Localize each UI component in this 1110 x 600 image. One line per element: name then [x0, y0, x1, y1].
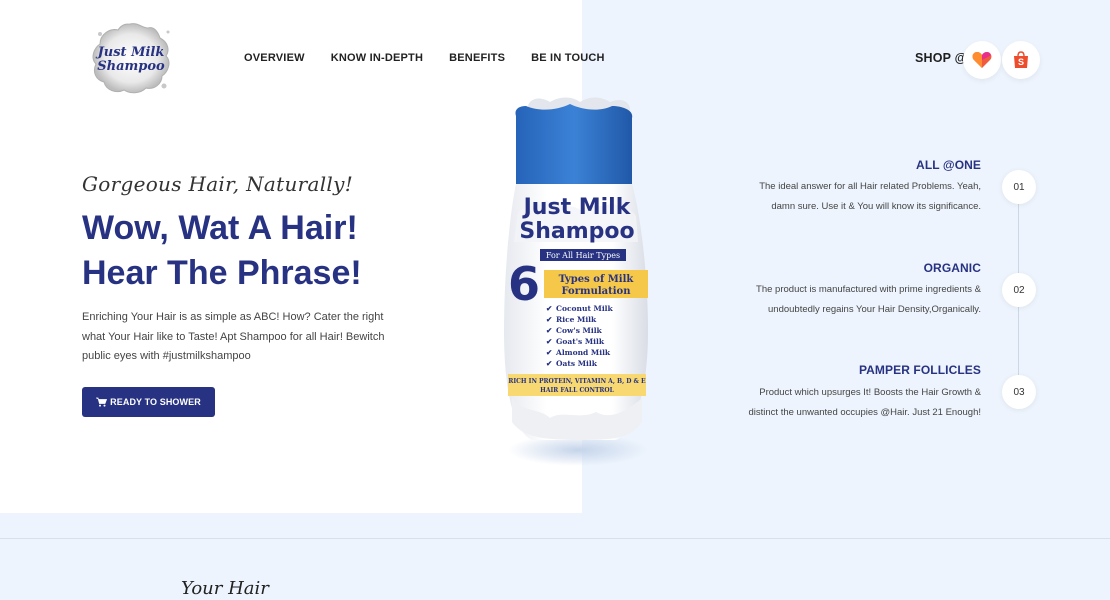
- logo-text-line1: Just Milk: [95, 45, 165, 60]
- svg-text:✔: ✔: [546, 315, 552, 324]
- logo-text-line2: Shampoo: [97, 59, 165, 74]
- feature-number: 03: [1002, 375, 1036, 409]
- bottle-formulation-line1: Types of Milk: [559, 274, 635, 285]
- feature-title: PAMPER FOLLICLES: [858, 363, 981, 377]
- nav-overview[interactable]: OVERVIEW: [244, 52, 305, 64]
- svg-text:S: S: [1018, 57, 1024, 67]
- svg-text:✔: ✔: [546, 348, 552, 357]
- nav-be-in-touch[interactable]: BE IN TOUCH: [531, 52, 605, 64]
- product-bottle-image: Just Milk Shampoo For All Hair Types 6 T…: [500, 92, 660, 472]
- bottle-milk-item: Almond Milk: [555, 348, 611, 357]
- hero-tagline: Gorgeous Hair, Naturally!: [82, 172, 354, 196]
- bottle-footer-line2: HAIR FALL CONTROL: [540, 387, 614, 394]
- svg-text:✔: ✔: [546, 359, 552, 368]
- cta-label: READY TO SHOWER: [110, 397, 201, 407]
- bottle-name-line1: Just Milk: [522, 195, 632, 220]
- hero-right-panel: [582, 0, 1110, 513]
- feature-text: The product is manufactured with prime i…: [756, 284, 981, 315]
- feature-number: 01: [1002, 170, 1036, 204]
- feature-text: The ideal answer for all Hair related Pr…: [759, 181, 981, 212]
- cart-icon: [96, 397, 108, 407]
- bottle-formulation-line2: Formulation: [562, 286, 632, 297]
- shop-label: SHOP @: [915, 51, 968, 65]
- main-nav: OVERVIEW KNOW IN-DEPTH BENEFITS BE IN TO…: [244, 52, 605, 64]
- feature-title: ALL @ONE: [916, 158, 981, 172]
- svg-text:✔: ✔: [546, 337, 552, 346]
- hero-headline-line1: Wow, Wat A Hair!: [82, 209, 358, 247]
- brand-logo[interactable]: Just Milk Shampoo: [88, 20, 172, 96]
- hero-description: Enriching Your Hair is as simple as ABC!…: [82, 311, 385, 362]
- shopee-bag-icon: S: [1014, 51, 1028, 68]
- lazada-store-button[interactable]: [963, 41, 1001, 79]
- nav-benefits[interactable]: BENEFITS: [449, 52, 505, 64]
- bottle-footer-line1: RICH IN PROTEIN, VITAMIN A, B, D & E: [508, 378, 646, 385]
- next-section-background: [0, 513, 1110, 600]
- section-divider: [0, 538, 1110, 539]
- feature-text: Product which upsurges It! Boosts the Ha…: [748, 387, 981, 418]
- hero-headline-line2: Hear The Phrase!: [82, 254, 362, 292]
- bottle-milk-item: Coconut Milk: [556, 304, 614, 313]
- lazada-heart-icon: [972, 52, 992, 68]
- bottle-milk-item: Oats Milk: [556, 359, 598, 368]
- bottle-milk-item: Goat's Milk: [556, 337, 605, 346]
- svg-text:✔: ✔: [546, 304, 552, 313]
- shopee-store-button[interactable]: S: [1002, 41, 1040, 79]
- feature-number: 02: [1002, 273, 1036, 307]
- bottle-hair-types: For All Hair Types: [546, 251, 620, 260]
- hero-headline: Wow, Wat A Hair! Hear The Phrase!: [82, 206, 362, 296]
- feature-title: ORGANIC: [923, 261, 981, 275]
- bottle-milk-item: Rice Milk: [556, 315, 597, 324]
- nav-know-in-depth[interactable]: KNOW IN-DEPTH: [331, 52, 423, 64]
- svg-text:✔: ✔: [546, 326, 552, 335]
- next-section-heading: Your Hair: [181, 578, 269, 599]
- bottle-big-number: 6: [508, 257, 540, 311]
- bottle-milk-item: Cow's Milk: [556, 326, 603, 335]
- ready-to-shower-button[interactable]: READY TO SHOWER: [82, 387, 215, 417]
- bottle-name-line2: Shampoo: [519, 219, 634, 244]
